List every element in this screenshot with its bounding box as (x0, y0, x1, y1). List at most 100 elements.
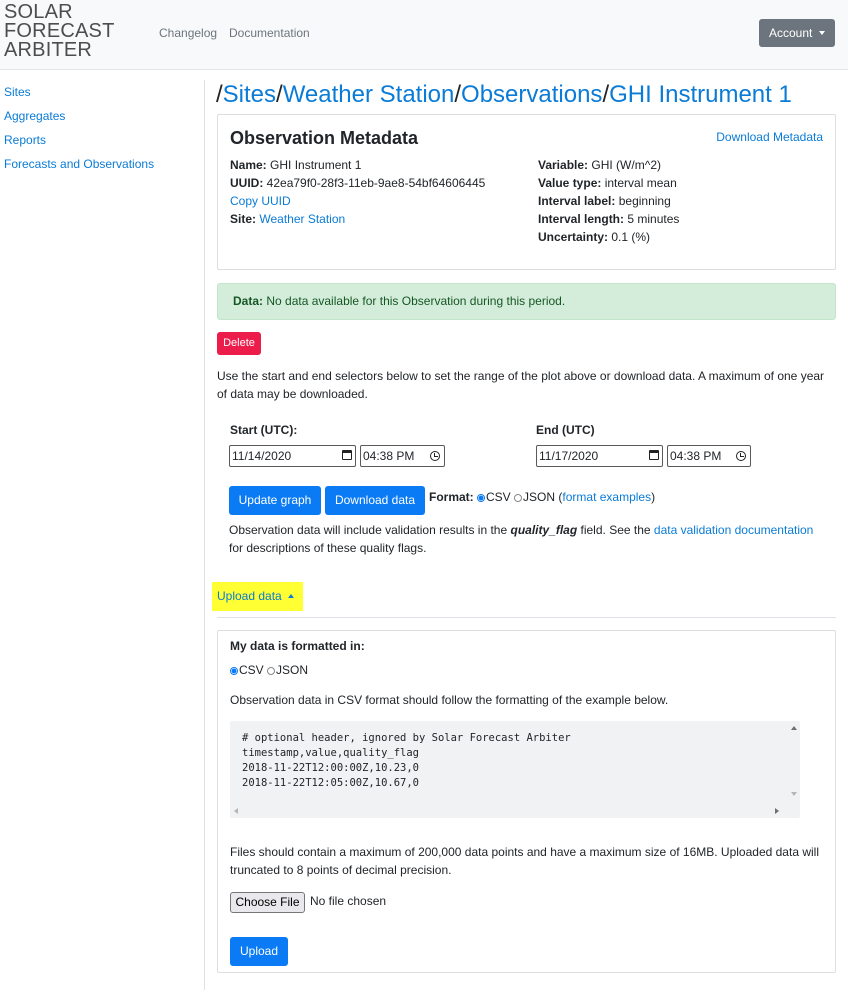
clock-icon[interactable] (430, 451, 440, 461)
name-label: Name: (230, 158, 267, 172)
upload-format-selector: CSV JSON (230, 661, 308, 679)
metadata-variable-row: Variable: GHI (W/m^2) (538, 156, 679, 174)
delete-button[interactable]: Delete (217, 332, 261, 355)
format-selector: Format: CSV JSON (format examples) (429, 490, 656, 504)
upload-data-toggle[interactable]: Upload data (212, 582, 303, 611)
format-csv-label: CSV (486, 490, 511, 504)
upload-json-radio[interactable] (267, 667, 276, 675)
caret-down-icon (819, 31, 825, 35)
metadata-uuid-row: UUID: 42ea79f0-28f3-11eb-9ae8-54bf646064… (230, 174, 485, 192)
start-date-value: 11/14/2020 (232, 449, 292, 463)
copy-uuid-link[interactable]: Copy UUID (230, 194, 291, 208)
end-date-input[interactable]: 11/17/2020 (536, 445, 663, 467)
validation-docs-link[interactable]: data validation documentation (654, 523, 813, 537)
uncertainty-value: 0.1 (%) (611, 230, 651, 244)
sidebar-item-sites[interactable]: Sites (4, 84, 154, 108)
code-line: # optional header, ignored by Solar Fore… (242, 732, 571, 744)
scroll-up-icon[interactable] (791, 726, 797, 730)
sidebar: Sites Aggregates Reports Forecasts and O… (4, 84, 154, 180)
format-label: Format: (429, 490, 474, 504)
brand-line: ARBITER (4, 39, 93, 61)
format-examples-link[interactable]: format examples (562, 490, 651, 504)
validation-note: Observation data will include validation… (229, 521, 829, 557)
code-text: # optional header, ignored by Solar Fore… (242, 731, 571, 791)
sidebar-divider (204, 80, 205, 990)
observation-metadata-card: Observation Metadata Download Metadata N… (217, 114, 836, 270)
upload-button[interactable]: Upload (230, 937, 288, 966)
formatted-in-label: My data is formatted in: (230, 639, 365, 653)
download-metadata-link[interactable]: Download Metadata (716, 130, 823, 144)
range-instructions: Use the start and end selectors below to… (217, 369, 825, 401)
nav-changelog-link[interactable]: Changelog (159, 26, 217, 40)
code-line: 2018-11-22T12:05:00Z,10.67,0 (242, 777, 420, 789)
site-link[interactable]: Weather Station (259, 212, 345, 226)
interval-length-label: Interval length: (538, 212, 625, 226)
brand-logo[interactable]: SOLAR FORECAST ARBITER (4, 2, 134, 61)
uuid-value: 42ea79f0-28f3-11eb-9ae8-54bf64606445 (266, 176, 486, 190)
metadata-uncertainty-row: Uncertainty: 0.1 (%) (538, 228, 679, 246)
caret-up-icon (287, 594, 294, 598)
account-dropdown-button[interactable]: Account (759, 19, 835, 47)
value-type-label: Value type: (538, 176, 602, 190)
calendar-icon[interactable] (342, 450, 352, 460)
update-graph-button[interactable]: Update graph (229, 486, 321, 515)
upload-limits-text: Files should contain a maximum of 200,00… (230, 845, 819, 877)
section-divider (217, 617, 836, 618)
breadcrumb-weather-station[interactable]: Weather Station (283, 81, 455, 108)
metadata-value-type-row: Value type: interval mean (538, 174, 679, 192)
sidebar-item-forecasts-observations[interactable]: Forecasts and Observations (4, 156, 154, 180)
metadata-interval-length-row: Interval length: 5 minutes (538, 210, 679, 228)
start-time-input[interactable]: 04:38 PM (360, 445, 445, 467)
sidebar-item-aggregates[interactable]: Aggregates (4, 108, 154, 132)
format-json-radio[interactable] (514, 494, 523, 502)
scroll-down-icon[interactable] (791, 792, 797, 796)
scroll-left-icon[interactable] (234, 808, 238, 814)
interval-label-label: Interval label: (538, 194, 616, 208)
clock-icon[interactable] (736, 451, 746, 461)
choose-file-button[interactable]: Choose File (230, 892, 305, 913)
uuid-label: UUID: (230, 176, 264, 190)
horizontal-scrollbar[interactable] (230, 804, 788, 818)
metadata-title: Observation Metadata (230, 128, 419, 148)
alert-strong: Data: (233, 294, 264, 308)
variable-label: Variable: (538, 158, 589, 172)
account-label: Account (769, 26, 813, 40)
start-date-input[interactable]: 11/14/2020 (229, 445, 356, 467)
interval-length-value: 5 minutes (627, 212, 680, 226)
top-navbar: SOLAR FORECAST ARBITER Changelog Documen… (0, 0, 848, 70)
breadcrumb-separator: / (216, 81, 223, 108)
metadata-interval-label-row: Interval label: beginning (538, 192, 679, 210)
end-date-value: 11/17/2020 (539, 449, 599, 463)
no-data-alert: Data: No data available for this Observa… (217, 283, 836, 320)
breadcrumb-sites[interactable]: Sites (223, 81, 276, 108)
breadcrumb-separator: / (276, 81, 283, 108)
start-time-value: 04:38 PM (363, 449, 415, 463)
uncertainty-label: Uncertainty: (538, 230, 609, 244)
calendar-icon[interactable] (649, 450, 659, 460)
breadcrumb-observations[interactable]: Observations (461, 81, 602, 108)
end-time-input[interactable]: 04:38 PM (667, 445, 751, 467)
end-label: End (UTC) (536, 423, 595, 437)
sidebar-item-reports[interactable]: Reports (4, 132, 154, 156)
alert-text: No data available for this Observation d… (263, 294, 566, 308)
code-line: timestamp,value,quality_flag (242, 747, 420, 759)
start-label: Start (UTC): (230, 423, 298, 437)
upload-json-label: JSON (276, 663, 309, 677)
format-json-label: JSON (523, 490, 556, 504)
format-csv-radio[interactable] (477, 494, 486, 502)
vertical-scrollbar[interactable] (788, 721, 800, 804)
validation-text-1: Observation data will include validation… (229, 523, 511, 537)
csv-example-code[interactable]: # optional header, ignored by Solar Fore… (230, 721, 800, 818)
scroll-right-icon[interactable] (775, 808, 779, 814)
variable-value: GHI (W/m^2) (591, 158, 661, 172)
upload-csv-label: CSV (239, 663, 264, 677)
download-data-button[interactable]: Download data (325, 486, 425, 515)
nav-documentation-link[interactable]: Documentation (229, 26, 310, 40)
metadata-name-row: Name: GHI Instrument 1 (230, 156, 485, 174)
upload-csv-radio[interactable] (230, 667, 238, 675)
quality-flag-field: quality_flag (510, 523, 578, 537)
breadcrumb-ghi-instrument[interactable]: GHI Instrument 1 (609, 81, 792, 108)
metadata-left-column: Name: GHI Instrument 1 UUID: 42ea79f0-28… (230, 156, 485, 228)
interval-label-value: beginning (618, 194, 671, 208)
breadcrumb: /Sites/Weather Station/Observations/GHI … (216, 81, 792, 109)
